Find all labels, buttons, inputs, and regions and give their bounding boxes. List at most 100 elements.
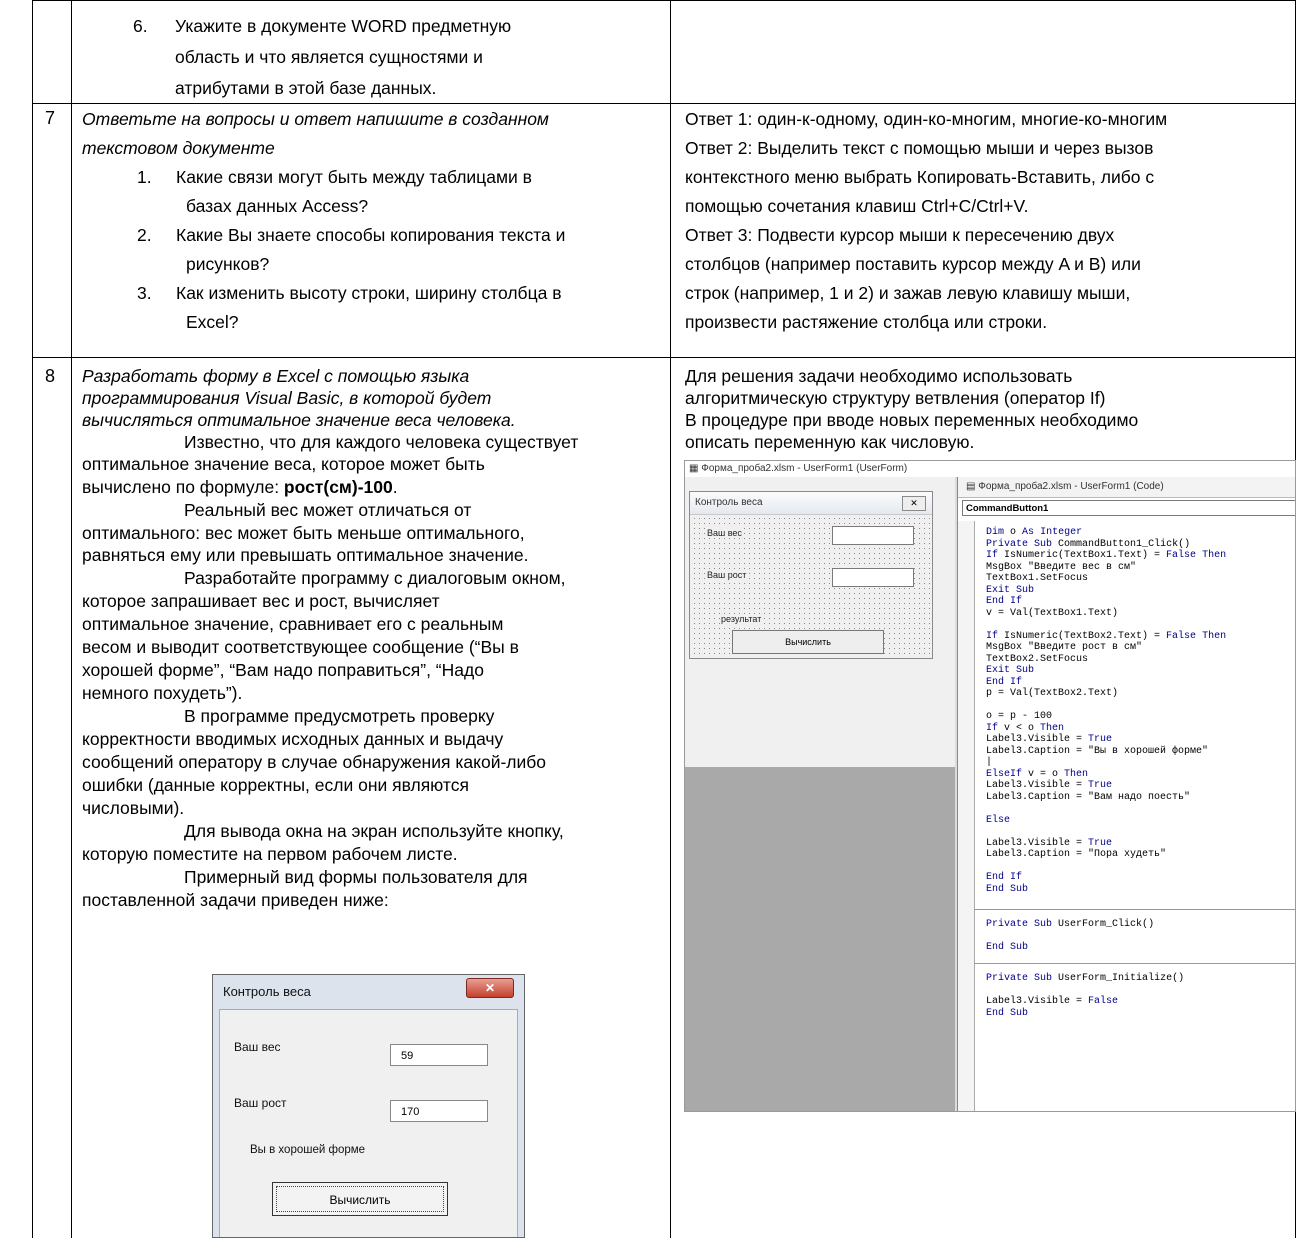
row-divider-6-7 (32, 103, 1296, 104)
question-text: Какие Вы знаете способы копирования текс… (176, 225, 566, 245)
code-block-click: Dim o As Integer Private Sub CommandButt… (986, 527, 1227, 895)
row6-line-3: атрибутами в этой базе данных. (175, 78, 437, 98)
excel-icon: ▦ (689, 463, 702, 474)
body-line: немного похудеть”). (82, 683, 243, 703)
document-page: 6. Укажите в документе WORD предметную о… (0, 0, 1296, 1238)
textbox-height (832, 568, 914, 587)
row7-intro-2: текстовом документе (82, 138, 275, 158)
table-border-numcol (71, 0, 72, 1238)
close-icon: ✕ (466, 978, 514, 998)
dialog-body: Ваш вес 59 Ваш рост 170 Вы в хорошей фор… (219, 1009, 518, 1237)
body-line: сообщений оператору в случае обнаружения… (82, 752, 547, 772)
table-border-left (32, 0, 33, 1238)
row-divider-7-8 (32, 357, 1296, 358)
formula-prefix: вычислено по формуле: (82, 477, 284, 497)
body-line: В программе предусмотреть проверку (184, 706, 495, 726)
answer-line: строк (например, 1 и 2) и зажав левую кл… (685, 283, 1131, 303)
label-height: Ваш рост (234, 1096, 287, 1110)
answer-line: столбцов (например поставить курсор межд… (685, 254, 1141, 274)
answer-line: Для решения задачи необходимо использова… (685, 366, 1073, 386)
question-text: рисунков? (186, 254, 270, 274)
answer-line: алгоритмическую структуру ветвления (опе… (685, 388, 1106, 408)
formula-line: вычислено по формуле: рост(см)-100. (82, 475, 398, 499)
code-window: ▤ Форма_проба2.xlsm - UserForm1 (Code) C… (957, 477, 1295, 1111)
label-weight: Ваш вес (706, 528, 743, 538)
formula-bold: рост(см)-100 (283, 477, 393, 497)
label-result: результат (720, 614, 763, 624)
code-title-text: Форма_проба2.xlsm - UserForm1 (Code) (978, 481, 1164, 492)
answer-line: произвести растяжение столбца или строки… (685, 312, 1048, 332)
weight-input: 59 (390, 1044, 488, 1066)
table-border-top (32, 0, 1296, 1)
code-window-icon: ▤ (966, 481, 979, 492)
code-margin (958, 521, 975, 1111)
item-number: 6. (133, 16, 148, 36)
question-number: 2. (137, 225, 152, 245)
body-line: которую поместите на первом рабочем лист… (82, 844, 458, 864)
body-line: хорошей форме”, “Вам надо поправиться”, … (82, 660, 484, 680)
answer-line: Ответ 2: Выделить текст с помощью мыши и… (685, 138, 1154, 158)
question-text: Какие связи могут быть между таблицами в (176, 167, 532, 187)
answer-line: В процедуре при вводе новых переменных н… (685, 410, 1139, 430)
answer-line: Ответ 1: один-к-одному, один-ко-многим, … (685, 109, 1168, 129)
userform-designer: Контроль веса ✕ Ваш вес Ваш рост результ… (689, 491, 933, 659)
vba-editor-screenshot: ▦ Форма_проба2.xlsm - UserForm1 (UserFor… (684, 460, 1296, 1112)
row-number: 8 (45, 366, 56, 386)
answer-line: Ответ 3: Подвести курсор мыши к пересече… (685, 225, 1115, 245)
row6-line-2: область и что является сущностями и (175, 47, 483, 67)
body-line: Известно, что для каждого человека сущес… (184, 432, 579, 452)
task-line: программирования Visual Basic, в которой… (82, 388, 492, 408)
dialog-title: Контроль веса (223, 984, 311, 999)
body-line: поставленной задачи приведен ниже: (82, 890, 389, 910)
code-block-init: Private Sub UserForm_Initialize() Label3… (986, 973, 1185, 1019)
body-line: ошибки (данные корректны, если они являю… (82, 775, 469, 795)
row6-line-1: Укажите в документе WORD предметную (175, 16, 512, 36)
body-line: Разработайте программу с диалоговым окно… (184, 568, 566, 588)
body-line: оптимального: вес может быть меньше опти… (82, 523, 525, 543)
userform-caption: Контроль веса (690, 492, 932, 515)
table-border-mid (670, 0, 671, 1238)
result-label: Вы в хорошей форме (250, 1144, 366, 1156)
answer-line: помощью сочетания клавиш Ctrl+C/Ctrl+V. (685, 196, 1029, 216)
body-line: оптимальное значение веса, которое может… (82, 454, 485, 474)
designer-area: Контроль веса ✕ Ваш вес Ваш рост результ… (685, 477, 955, 767)
row7-intro-1: Ответьте на вопросы и ответ напишите в с… (82, 109, 549, 129)
object-dropdown: CommandButton1 (962, 500, 1295, 516)
question-number: 1. (137, 167, 152, 187)
answer-line: контекстного меню выбрать Копировать-Вст… (685, 167, 1155, 187)
calculate-button: Вычислить (732, 630, 884, 654)
code-block-form-click: Private Sub UserForm_Click() End Sub (986, 919, 1155, 953)
calculate-button: Вычислить (272, 1182, 448, 1216)
row-number: 7 (45, 108, 56, 128)
question-number: 3. (137, 283, 152, 303)
calculate-button-label: Вычислить (276, 1186, 444, 1212)
height-input: 170 (390, 1100, 488, 1122)
body-line: равняться ему или превышать оптимальное … (82, 545, 529, 565)
body-line: оптимальное значение, сравнивает его с р… (82, 614, 504, 634)
task-line: вычисляться оптимальное значение веса че… (82, 410, 516, 430)
body-line: Примерный вид формы пользователя для (184, 867, 528, 887)
question-text: Как изменить высоту строки, ширину столб… (176, 283, 562, 303)
answer-line: описать переменную как числовую. (685, 432, 975, 452)
task-line: Разработать форму в Excel с помощью язык… (82, 366, 470, 386)
userform-grid: Ваш вес Ваш рост результат Вычислить (692, 516, 930, 656)
close-icon: ✕ (902, 496, 926, 511)
designer-background (685, 767, 955, 1111)
body-line: весом и выводит соответствующее сообщени… (82, 637, 519, 657)
body-line: Для вывода окна на экран используйте кно… (184, 821, 564, 841)
body-line: которое запрашивает вес и рост, вычисляе… (82, 591, 440, 611)
formula-tail: . (392, 477, 398, 497)
code-title: ▤ Форма_проба2.xlsm - UserForm1 (Code) (958, 477, 1295, 498)
sample-dialog: Контроль веса ✕ Ваш вес 59 Ваш рост 170 … (212, 974, 525, 1238)
question-text: Excel? (186, 312, 239, 332)
label-height: Ваш рост (706, 570, 748, 580)
label-weight: Ваш вес (234, 1040, 281, 1054)
procedure-separator (974, 909, 1295, 910)
designer-title-text: Форма_проба2.xlsm - UserForm1 (UserForm) (701, 463, 908, 474)
question-text: базах данных Access? (186, 196, 369, 216)
textbox-weight (832, 526, 914, 545)
procedure-separator (974, 963, 1295, 964)
body-line: числовыми). (82, 798, 185, 818)
body-line: корректности вводимых исходных данных и … (82, 729, 504, 749)
body-line: Реальный вес может отличаться от (184, 500, 472, 520)
